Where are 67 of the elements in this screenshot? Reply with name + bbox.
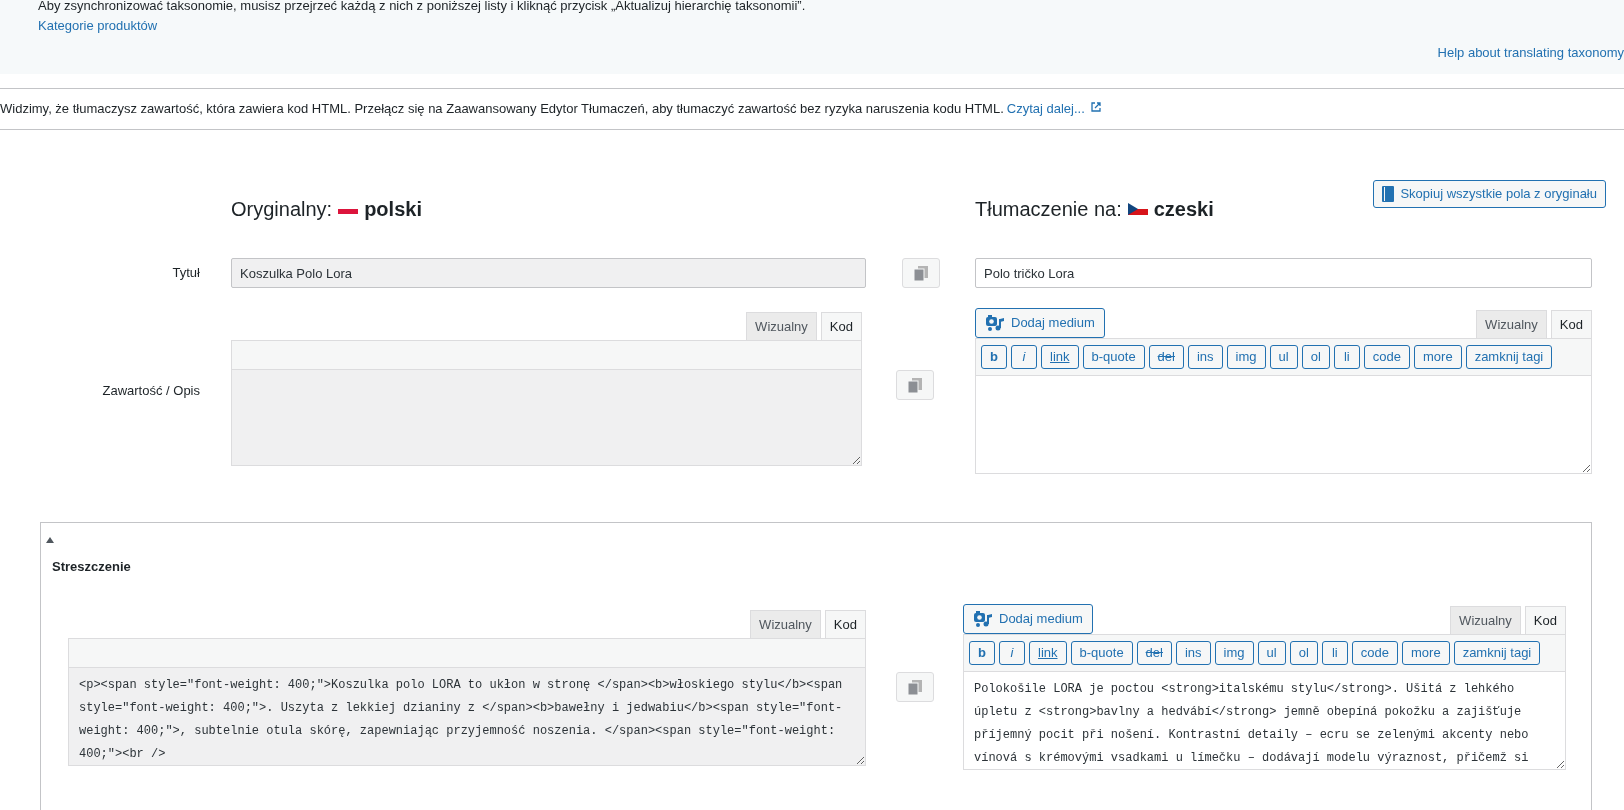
code-editor-field[interactable]: <p><span style="font-weight: 400;">Koszulka polo LORA to ukłon w stronę </span><b>włoskiego stylu</b><span style="font-weight: 400;">. Uszyta z lekkiej dzianiny z </span><b>bawełny i jedwabiu</b><span style="font-weight: 400;">, subtelnie otula skórę, zapewniając przyjemność noszenia. </span><span style="font-weight: 400;"><br />	[68, 667, 866, 766]
format-button[interactable]: code	[1363, 345, 1410, 369]
field-label: Zawartość / Opis	[102, 383, 200, 398]
category-link[interactable]: Kategorie produktów	[38, 17, 158, 33]
notice-text: Aby zsynchronizować taksonomie, musisz przejrzeć każdą z nich z poniższej listy i kliknąć przycisk „Aktualizuj hierarchię taksonomii”.	[38, 0, 807, 15]
code-editor-field[interactable]	[231, 370, 862, 466]
flag-icon	[1127, 203, 1148, 215]
read-more-link[interactable]: Czytaj dalej...	[1006, 99, 1085, 119]
editor-tab[interactable]: Kod	[1550, 310, 1592, 338]
editor-tab[interactable]: Kod	[824, 609, 866, 638]
original-title-field[interactable]: Koszulka Polo Lora	[231, 258, 866, 288]
format-button[interactable]: b	[969, 640, 995, 665]
code-editor-field[interactable]: Polokošile LORA je poctou <strong>italskému stylu</strong>. Ušitá z lehkého úpletu z <strong>bavlny a hedvábí</strong> jemně obepíná pokožku a zajišťuje příjemný pocit při nošení. Kontrastní detaily – ecru se zelenými akcenty nebo vínová s krémovými vsadkami u límečku – dodávají modelu výraznost, přičemž si	[963, 671, 1566, 770]
media-icon	[973, 609, 993, 628]
format-button[interactable]: li	[1321, 640, 1348, 665]
copy-icon	[906, 678, 923, 695]
format-button[interactable]: more	[1414, 345, 1462, 369]
copy-icon	[912, 265, 929, 281]
format-button[interactable]: ul	[1269, 345, 1298, 369]
external-link-icon	[1090, 102, 1101, 112]
copy-all-button[interactable]: Skopiuj wszystkie pola z oryginału	[1373, 180, 1606, 208]
translation-title-field[interactable]: Polo tričko Lora	[975, 258, 1592, 288]
language-name: polski	[364, 197, 422, 222]
format-button[interactable]: li	[1333, 345, 1360, 369]
format-button[interactable]: zamknij tagi	[1465, 345, 1553, 369]
format-button[interactable]: ul	[1257, 640, 1286, 665]
editor-tab[interactable]: Wizualny	[746, 312, 817, 340]
language-name: czeski	[1153, 197, 1214, 222]
editor-tab[interactable]: Kod	[820, 312, 862, 340]
copy-icon	[906, 377, 923, 393]
help-link[interactable]: Help about translating taxonomy	[1437, 45, 1624, 60]
add-media-button[interactable]: Dodaj medium	[963, 603, 1093, 634]
editor-tab[interactable]: Wizualny	[1450, 605, 1521, 634]
format-button[interactable]: b	[981, 345, 1007, 369]
format-button[interactable]: b-quote	[1082, 345, 1145, 369]
code-editor-field[interactable]	[975, 376, 1592, 474]
format-button[interactable]: i	[999, 640, 1025, 665]
book-icon	[1382, 186, 1395, 202]
original-label: Oryginalny:	[231, 197, 333, 222]
copy-field-button[interactable]	[895, 671, 934, 702]
field-label: Tytuł	[172, 265, 200, 280]
format-button[interactable]: ins	[1187, 345, 1223, 369]
editor-tab[interactable]: Wizualny	[750, 609, 821, 638]
format-button[interactable]: link	[1029, 640, 1067, 665]
media-icon	[985, 314, 1005, 332]
editor-tab[interactable]: Kod	[1524, 605, 1566, 634]
format-button[interactable]: del	[1148, 345, 1184, 369]
format-button[interactable]: zamknij tagi	[1453, 640, 1541, 665]
translation-label: Tłumaczenie na:	[975, 197, 1122, 222]
copy-field-button[interactable]	[901, 258, 940, 288]
format-button[interactable]: i	[1011, 345, 1037, 369]
summary-title: Streszczenie	[52, 558, 132, 576]
format-button[interactable]: ol	[1289, 640, 1318, 665]
editor-tab[interactable]: Wizualny	[1476, 310, 1547, 338]
format-button[interactable]: img	[1214, 640, 1254, 665]
format-button[interactable]: img	[1226, 345, 1266, 369]
format-button[interactable]: link	[1041, 345, 1079, 369]
format-button[interactable]: b-quote	[1070, 640, 1133, 665]
add-media-button[interactable]: Dodaj medium	[975, 308, 1105, 338]
collapse-toggle-icon[interactable]	[46, 537, 54, 543]
html-warning-text: Widzimy, że tłumaczysz zawartość, która zawiera kod HTML. Przełącz się na Zaawansowany Edytor Tłumaczeń, aby tłumaczyć zawartość bez ryzyka naruszenia kodu HTML.	[0, 100, 1004, 119]
format-button[interactable]: ins	[1175, 640, 1211, 665]
format-button[interactable]: more	[1402, 640, 1450, 665]
format-button[interactable]: del	[1136, 640, 1172, 665]
format-button[interactable]: code	[1351, 640, 1398, 665]
format-button[interactable]: ol	[1301, 345, 1330, 369]
copy-field-button[interactable]	[895, 370, 934, 400]
